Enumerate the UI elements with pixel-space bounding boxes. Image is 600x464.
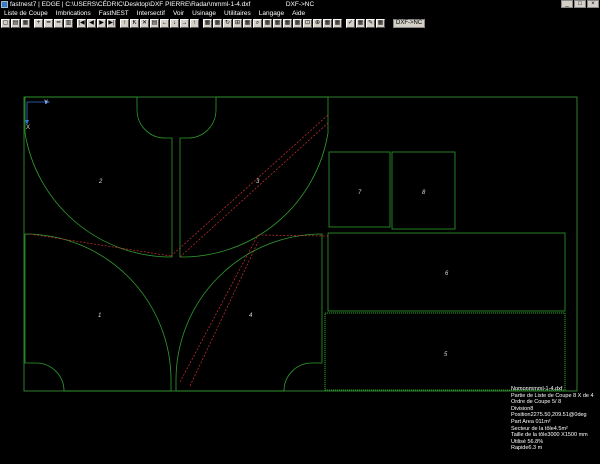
toolbar-button-4-4[interactable]: ▦ xyxy=(243,19,252,28)
toolbar-button-4-0[interactable]: ▦ xyxy=(203,19,212,28)
menu-intersectif[interactable]: Intersectif xyxy=(137,10,165,17)
toolbar-button-3-2[interactable]: ✕ xyxy=(140,19,149,28)
part-label-4: 4 xyxy=(249,313,253,319)
axis-label-y: X xyxy=(26,125,30,131)
toolbar-button-1-2[interactable]: ━ xyxy=(54,19,63,28)
drawing-canvas[interactable]: Y X 2 3 7 8 6 1 4 5 xyxy=(0,30,600,464)
sheet-outline xyxy=(23,96,578,392)
nesting-view[interactable]: Y X 2 3 7 8 6 1 4 5 xyxy=(0,30,600,464)
rapid-paths xyxy=(29,114,329,387)
toolbar-button-4-3[interactable]: ⊞ xyxy=(233,19,242,28)
toolbar-button-2-1[interactable]: ◀ xyxy=(87,19,96,28)
toolbar-button-3-7[interactable]: ↑ xyxy=(190,19,199,28)
part-labels: 2 3 7 8 6 1 4 5 xyxy=(98,179,449,358)
menu-bar: Liste de Coupe Imbrications FastNEST Int… xyxy=(0,9,600,18)
toolbar-button-3-3[interactable]: ▤ xyxy=(150,19,159,28)
toolbar-button-4-2[interactable]: ↻ xyxy=(223,19,232,28)
menu-utilitaires[interactable]: Utilitaires xyxy=(224,10,251,17)
title-bar: fastnest7 | EDGE | C:\USERS\CÉDRIC\Deskt… xyxy=(0,0,600,9)
app-icon xyxy=(1,1,8,8)
toolbar-button-4-10[interactable]: ⊡ xyxy=(303,19,312,28)
toolbar-button-3-6[interactable]: → xyxy=(180,19,189,28)
minimize-button[interactable]: _ xyxy=(561,0,573,8)
toolbar-button-0-2[interactable]: ▦ xyxy=(21,19,30,28)
info-file-name: Nomonmmml-1-4.dxf xyxy=(511,386,563,392)
part-label-1: 1 xyxy=(98,313,101,319)
toolbar-button-5-1[interactable]: ▦ xyxy=(356,19,365,28)
toolbar-button-1-1[interactable]: ━ xyxy=(44,19,53,28)
info-rapid: Rapide6.3 m xyxy=(511,445,543,452)
close-button[interactable]: × xyxy=(587,0,599,8)
toolbar-button-5-2[interactable]: ✎ xyxy=(366,19,375,28)
toolbar-button-4-8[interactable]: ▦ xyxy=(283,19,292,28)
toolbar-button-1-0[interactable]: + xyxy=(34,19,43,28)
part-label-2: 2 xyxy=(98,179,103,185)
toolbar-button-4-11[interactable]: ⊕ xyxy=(313,19,322,28)
menu-langage[interactable]: Langage xyxy=(259,10,284,17)
toolbar-button-0-1[interactable]: ▤ xyxy=(11,19,20,28)
toolbar-button-2-2[interactable]: ▶ xyxy=(97,19,106,28)
axis-label-x: Y xyxy=(44,100,48,106)
toolbar-button-5-3[interactable]: ▦ xyxy=(376,19,385,28)
menu-liste-de-coupe[interactable]: Liste de Coupe xyxy=(4,10,48,17)
part-3-outline[interactable] xyxy=(179,96,329,258)
toolbar-button-3-5[interactable]: ↓ xyxy=(170,19,179,28)
toolbar-button-4-9[interactable]: ▦ xyxy=(293,19,302,28)
maximize-button[interactable]: □ xyxy=(574,0,586,8)
toolbar-button-4-5[interactable]: ⌕ xyxy=(253,19,262,28)
toolbar-button-3-4[interactable]: ← xyxy=(160,19,169,28)
toolbar-button-0-0[interactable]: ▢ xyxy=(1,19,10,28)
toolbar-button-4-1[interactable]: ▦ xyxy=(213,19,222,28)
part-2-outline[interactable] xyxy=(24,96,173,258)
info-sheet-area: Secteur de la tôle4.5m² xyxy=(511,425,568,432)
toolbar-button-4-13[interactable]: ▦ xyxy=(333,19,342,28)
toolbar-button-4-12[interactable]: ▦ xyxy=(323,19,332,28)
toolbar-button-1-3[interactable]: ▥ xyxy=(64,19,73,28)
mode-label[interactable]: DXF->NC xyxy=(393,19,426,28)
menu-imbrications[interactable]: Imbrications xyxy=(56,10,91,17)
part-label-7: 7 xyxy=(358,190,362,196)
info-panel: Nomonmmml-1-4.dxf Partie de Liste de Cou… xyxy=(511,386,594,452)
info-cut-list-part: Partie de Liste de Coupe 8 X de 4 xyxy=(511,392,594,399)
part-label-8: 8 xyxy=(422,190,426,196)
part-label-5: 5 xyxy=(444,352,448,358)
toolbar-button-3-1[interactable]: K xyxy=(130,19,139,28)
window-controls: _ □ × xyxy=(561,0,599,8)
toolbar-separator xyxy=(386,19,389,28)
window-title: fastnest7 | EDGE | C:\USERS\CÉDRIC\Deskt… xyxy=(10,1,251,8)
info-sheet-size: Taille de la tôle3000 X1500 mm xyxy=(511,432,588,439)
info-position: Position2275.50,209.51@0deg xyxy=(511,412,587,419)
origin-axes: Y X xyxy=(25,100,50,131)
info-division: Division8 xyxy=(511,405,534,412)
toolbar-button-2-3[interactable]: ▶| xyxy=(107,19,116,28)
part-label-3: 3 xyxy=(256,179,260,185)
part-label-6: 6 xyxy=(445,271,449,277)
toolbar-button-4-7[interactable]: ▦ xyxy=(273,19,282,28)
menu-usinage[interactable]: Usinage xyxy=(192,10,216,17)
toolbar-button-4-6[interactable]: ▦ xyxy=(263,19,272,28)
info-part-area: Part Area 011m² xyxy=(511,418,551,425)
toolbar-button-5-0[interactable]: ✓ xyxy=(346,19,355,28)
toolbar-button-2-0[interactable]: |◀ xyxy=(77,19,86,28)
menu-fastnest[interactable]: FastNEST xyxy=(99,10,129,17)
info-used: Utilisé 56.8% xyxy=(511,438,544,445)
menu-voir[interactable]: Voir xyxy=(173,10,184,17)
toolbar: ▢ ▤ ▦ + ━ ━ ▥ |◀ ◀ ▶ ▶| ↑ K ✕ ▤ ← ↓ → ↑ ▦ ▦ ↻ ⊞ ▦ ⌕ ▦ ▦ ▦ ▦ ⊡ ⊕ ▦ ▦ ✓ ▦ ✎ ▦ D… xyxy=(0,18,600,29)
toolbar-button-3-0[interactable]: ↑ xyxy=(120,19,129,28)
menu-aide[interactable]: Aide xyxy=(292,10,305,17)
info-cut-order: Ordre de Coupe 5/ 8 xyxy=(511,399,562,406)
